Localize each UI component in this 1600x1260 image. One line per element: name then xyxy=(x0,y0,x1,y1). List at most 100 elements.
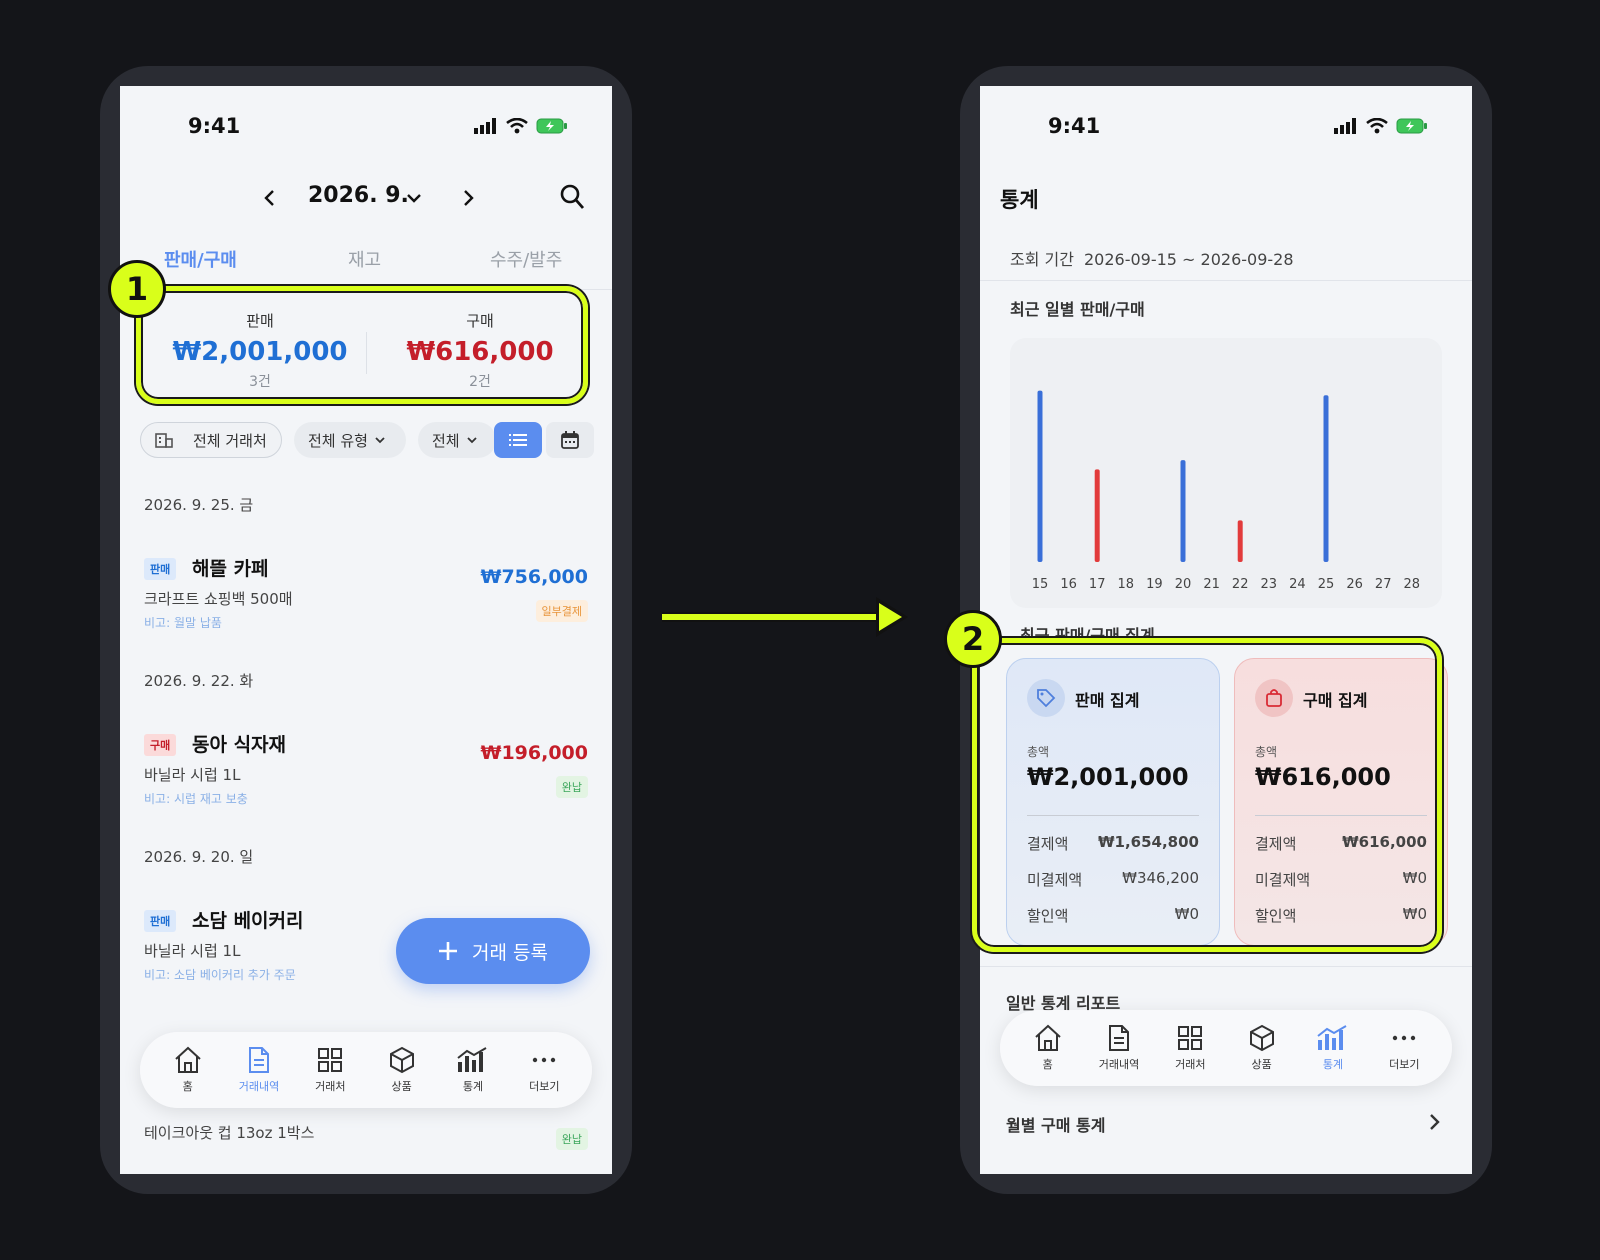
chevron-left-icon[interactable] xyxy=(258,184,282,212)
monthly-purchase-stats-link[interactable]: 월별 구매 통계 xyxy=(1006,1112,1446,1136)
date-header: 2026. 9. 25. 금 xyxy=(144,496,254,514)
tab-statistics[interactable]: 통계 xyxy=(1303,1024,1363,1072)
partner-name: 소담 베이커리 xyxy=(192,910,304,932)
tab-products[interactable]: 상품 xyxy=(372,1046,432,1094)
home-icon xyxy=(174,1046,201,1073)
status-time: 9:41 xyxy=(1048,114,1101,138)
transaction-row[interactable]: 판매 해뜰 카페 크라프트 쇼핑백 500매 비고: 월말 납품 ₩756,00… xyxy=(144,554,588,644)
plus-icon xyxy=(439,942,458,960)
statistics-screen: 9:41 통계 조회 기간 2026-09-15 ~ 2026-09-28 최근 … xyxy=(980,86,1472,1174)
partner-name: 동아 식자재 xyxy=(192,734,287,756)
tab-home[interactable]: 홈 xyxy=(158,1046,218,1094)
bar-chart-icon xyxy=(457,1047,487,1072)
tab-home-label: 홈 xyxy=(182,1080,193,1093)
divider xyxy=(980,966,1472,967)
signal-icon xyxy=(1334,118,1356,134)
daily-chart-title: 최근 일별 판매/구매 xyxy=(1010,300,1145,319)
chevron-right-icon xyxy=(1430,1114,1440,1130)
item-name: 테이크아웃 컵 13oz 1박스 xyxy=(144,1124,315,1142)
daily-chart-svg: 15 16 17 18 19 20 21 22 23 24 25 26 27 28 xyxy=(1032,390,1421,592)
more-icon xyxy=(533,1057,556,1063)
chevron-down-icon xyxy=(375,437,385,444)
signal-icon xyxy=(474,118,496,134)
tab-orders[interactable]: 수주/발주 xyxy=(490,246,562,272)
transaction-note: 비고: 소담 베이커리 추가 주문 xyxy=(144,968,296,982)
x-tick-label: 26 xyxy=(1346,577,1363,592)
calendar-view-button[interactable] xyxy=(546,422,594,458)
bottom-tab-bar: 홈 거래내역 거래처 상품 통계 더보기 xyxy=(140,1032,592,1108)
chevron-down-icon[interactable] xyxy=(404,186,424,210)
add-transaction-label: 거래 등록 xyxy=(472,941,548,964)
item-name: 크라프트 쇼핑백 500매 xyxy=(144,590,293,608)
chart-bar xyxy=(1180,460,1186,562)
home-icon xyxy=(1034,1024,1061,1051)
x-tick-label: 28 xyxy=(1404,577,1421,592)
filter-bar: 전체 거래처 전체 유형 전체 xyxy=(140,422,594,460)
tab-more[interactable]: 더보기 xyxy=(1374,1024,1434,1072)
partner-filter-label: 전체 거래처 xyxy=(193,431,267,450)
item-name: 바닐라 시럽 1L xyxy=(144,766,241,784)
tab-statistics[interactable]: 통계 xyxy=(443,1046,503,1094)
status-filter[interactable]: 전체 xyxy=(418,422,496,458)
document-icon xyxy=(248,1047,269,1073)
search-icon[interactable] xyxy=(558,182,586,212)
x-tick-label: 18 xyxy=(1118,577,1135,592)
step-marker-1: 1 xyxy=(108,260,166,318)
transaction-amount: ₩196,000 xyxy=(480,742,589,764)
highlight-aggregate xyxy=(972,638,1442,952)
list-view-button[interactable] xyxy=(494,422,542,458)
tab-products-label: 상품 xyxy=(1251,1058,1272,1071)
status-bar: 9:41 xyxy=(120,114,612,144)
calendar-icon xyxy=(561,431,579,449)
tab-statistics-label: 통계 xyxy=(1322,1058,1344,1071)
bottom-tab-bar: 홈 거래내역 거래처 상품 통계 더보기 xyxy=(1000,1010,1452,1086)
transactions-screen: 9:41 2026. 9. 판매/구매 재고 수주/발주 판매 ₩2,001,0… xyxy=(120,86,612,1174)
tab-transactions[interactable]: 거래내역 xyxy=(229,1046,289,1094)
item-name: 바닐라 시럽 1L xyxy=(144,942,241,960)
tab-partners[interactable]: 거래처 xyxy=(1160,1024,1220,1072)
chevron-right-icon[interactable] xyxy=(456,184,480,212)
phone-frame-right: 9:41 통계 조회 기간 2026-09-15 ~ 2026-09-28 최근 … xyxy=(960,66,1492,1194)
x-tick-label: 25 xyxy=(1318,577,1335,592)
tab-products[interactable]: 상품 xyxy=(1232,1024,1292,1072)
x-tick-label: 27 xyxy=(1375,577,1392,592)
bar-chart-icon xyxy=(1317,1025,1347,1050)
tab-more-label: 더보기 xyxy=(529,1080,560,1093)
transaction-row[interactable]: 구매 동아 식자재 바닐라 시럽 1L 비고: 시럽 재고 보충 ₩196,00… xyxy=(144,730,588,820)
tab-home-label: 홈 xyxy=(1042,1058,1053,1071)
divider xyxy=(980,280,1472,281)
tab-partners-label: 거래처 xyxy=(1175,1058,1206,1071)
month-title[interactable]: 2026. 9. xyxy=(308,183,409,208)
x-tick-label: 21 xyxy=(1203,577,1220,592)
page-title: 통계 xyxy=(1000,188,1039,212)
purchase-badge: 구매 xyxy=(144,734,177,756)
type-filter[interactable]: 전체 유형 xyxy=(294,422,406,458)
tab-products-label: 상품 xyxy=(391,1080,412,1093)
tab-partners-label: 거래처 xyxy=(315,1080,346,1093)
payment-status-badge: 일부결제 xyxy=(535,600,588,622)
tab-inventory[interactable]: 재고 xyxy=(348,246,381,272)
tab-sales-purchase[interactable]: 판매/구매 xyxy=(164,246,237,272)
x-tick-label: 15 xyxy=(1032,577,1049,592)
battery-icon xyxy=(1396,118,1427,134)
x-tick-label: 17 xyxy=(1089,577,1106,592)
transaction-note: 비고: 시럽 재고 보충 xyxy=(144,792,248,806)
highlight-summary xyxy=(136,286,588,404)
query-period[interactable]: 조회 기간 2026-09-15 ~ 2026-09-28 xyxy=(1010,246,1294,270)
step-marker-2: 2 xyxy=(944,610,1002,668)
tab-home[interactable]: 홈 xyxy=(1018,1024,1078,1072)
sale-badge: 판매 xyxy=(144,558,177,580)
tab-transactions[interactable]: 거래내역 xyxy=(1089,1024,1149,1072)
x-tick-label: 24 xyxy=(1289,577,1306,592)
partner-filter[interactable]: 전체 거래처 xyxy=(140,422,282,458)
tab-more[interactable]: 더보기 xyxy=(514,1046,574,1094)
add-transaction-button[interactable]: 거래 등록 xyxy=(396,918,590,984)
document-icon xyxy=(1108,1025,1129,1051)
tab-partners[interactable]: 거래처 xyxy=(300,1046,360,1094)
transaction-amount: ₩756,000 xyxy=(480,566,589,588)
payment-status-badge: 완납 xyxy=(555,1128,588,1150)
date-header: 2026. 9. 22. 화 xyxy=(144,672,254,690)
period-label: 조회 기간 xyxy=(1010,250,1074,269)
cube-icon xyxy=(389,1046,414,1074)
tab-more-label: 더보기 xyxy=(1389,1058,1420,1071)
